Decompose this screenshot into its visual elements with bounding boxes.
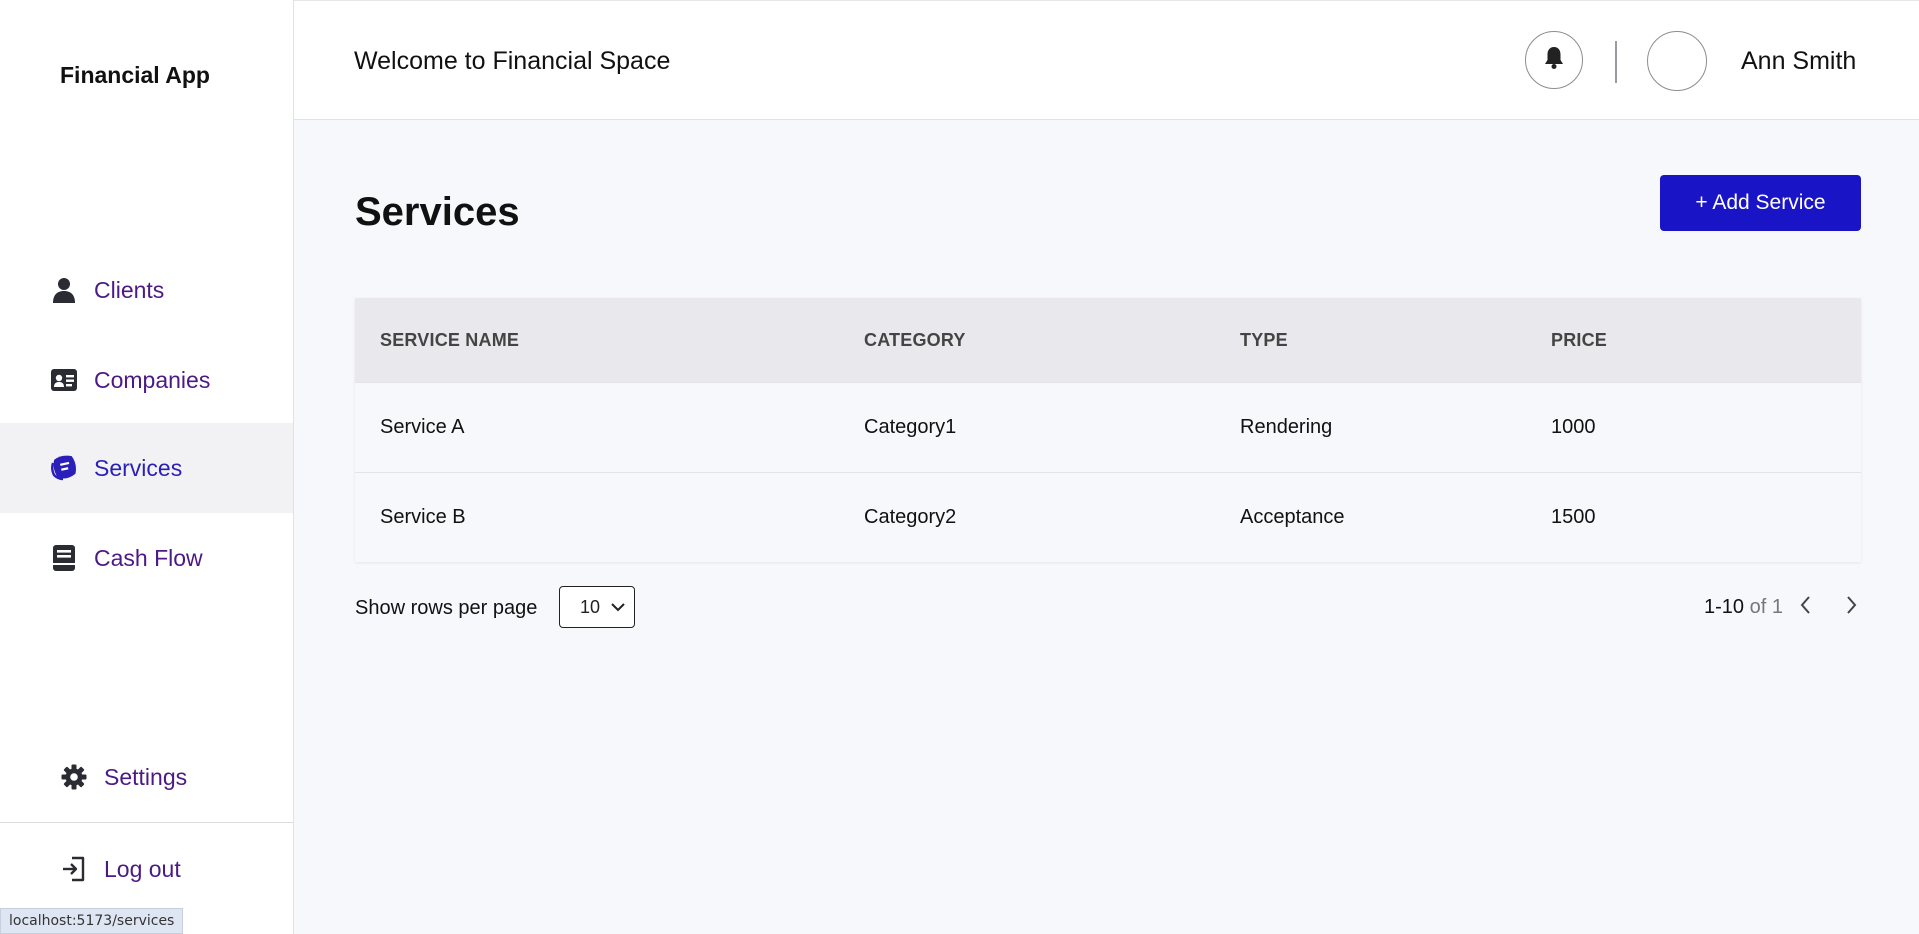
sidebar-item-label: Services bbox=[94, 454, 183, 481]
cell-service-name: Service B bbox=[380, 506, 466, 528]
column-header-category: CATEGORY bbox=[864, 329, 966, 350]
ledger-icon bbox=[50, 544, 78, 572]
header-divider bbox=[1615, 41, 1617, 83]
logout-button[interactable]: Log out bbox=[0, 839, 293, 899]
page-title: Services bbox=[355, 190, 520, 234]
services-icon bbox=[50, 454, 78, 482]
person-icon bbox=[50, 276, 78, 304]
pagination-total: of 1 bbox=[1749, 596, 1783, 618]
column-header-price: PRICE bbox=[1551, 329, 1608, 350]
cell-category: Category1 bbox=[864, 416, 957, 438]
logout-icon bbox=[60, 855, 88, 883]
chevron-left-icon bbox=[1799, 595, 1813, 620]
user-name: Ann Smith bbox=[1741, 47, 1857, 75]
sidebar: Financial App Clients Companies Services… bbox=[0, 0, 294, 934]
pagination-info: 1-10 of 1 bbox=[1704, 596, 1783, 619]
app-brand: Financial App bbox=[60, 62, 210, 88]
settings-button[interactable]: Settings bbox=[0, 747, 293, 807]
sidebar-item-label: Companies bbox=[94, 366, 211, 393]
rows-per-page-label: Show rows per page bbox=[355, 597, 538, 619]
chevron-down-icon bbox=[610, 599, 626, 620]
avatar[interactable] bbox=[1647, 31, 1707, 91]
header-title: Welcome to Financial Space bbox=[354, 47, 671, 75]
cell-type: Acceptance bbox=[1240, 506, 1345, 528]
rows-per-page-select[interactable]: 10 bbox=[559, 586, 635, 628]
status-bar-url: localhost:5173/services bbox=[0, 908, 184, 934]
cell-category: Category2 bbox=[864, 506, 957, 528]
chevron-right-icon bbox=[1844, 595, 1858, 620]
id-card-icon bbox=[50, 366, 78, 394]
table-row[interactable]: Service B Category2 Acceptance 1500 bbox=[355, 472, 1861, 562]
bell-icon bbox=[1544, 46, 1564, 75]
add-service-button[interactable]: + Add Service bbox=[1660, 175, 1861, 231]
sidebar-item-clients[interactable]: Clients bbox=[0, 245, 293, 335]
sidebar-item-label: Cash Flow bbox=[94, 544, 203, 571]
top-header: Welcome to Financial Space Ann Smith bbox=[294, 0, 1919, 120]
sidebar-divider bbox=[0, 822, 293, 823]
sidebar-item-label: Clients bbox=[94, 276, 165, 303]
sidebar-item-cash-flow[interactable]: Cash Flow bbox=[0, 513, 293, 603]
sidebar-item-services[interactable]: Services bbox=[0, 423, 293, 513]
cell-service-name: Service A bbox=[380, 416, 465, 438]
pagination-range: 1-10 bbox=[1704, 596, 1745, 618]
column-header-service-name: SERVICE NAME bbox=[380, 329, 520, 350]
cell-price: 1000 bbox=[1551, 416, 1596, 438]
logout-label: Log out bbox=[104, 855, 181, 882]
previous-page-button[interactable] bbox=[1793, 594, 1819, 620]
cell-price: 1500 bbox=[1551, 506, 1596, 528]
notifications-button[interactable] bbox=[1525, 31, 1583, 89]
services-table: SERVICE NAME CATEGORY TYPE PRICE Service… bbox=[355, 298, 1861, 562]
settings-label: Settings bbox=[104, 763, 188, 790]
gear-icon bbox=[60, 763, 88, 791]
rows-per-page-value: 10 bbox=[580, 596, 601, 617]
next-page-button[interactable] bbox=[1838, 594, 1864, 620]
column-header-type: TYPE bbox=[1240, 329, 1288, 350]
sidebar-item-companies[interactable]: Companies bbox=[0, 335, 293, 425]
cell-type: Rendering bbox=[1240, 416, 1333, 438]
table-header: SERVICE NAME CATEGORY TYPE PRICE bbox=[355, 298, 1861, 382]
table-row[interactable]: Service A Category1 Rendering 1000 bbox=[355, 382, 1861, 472]
